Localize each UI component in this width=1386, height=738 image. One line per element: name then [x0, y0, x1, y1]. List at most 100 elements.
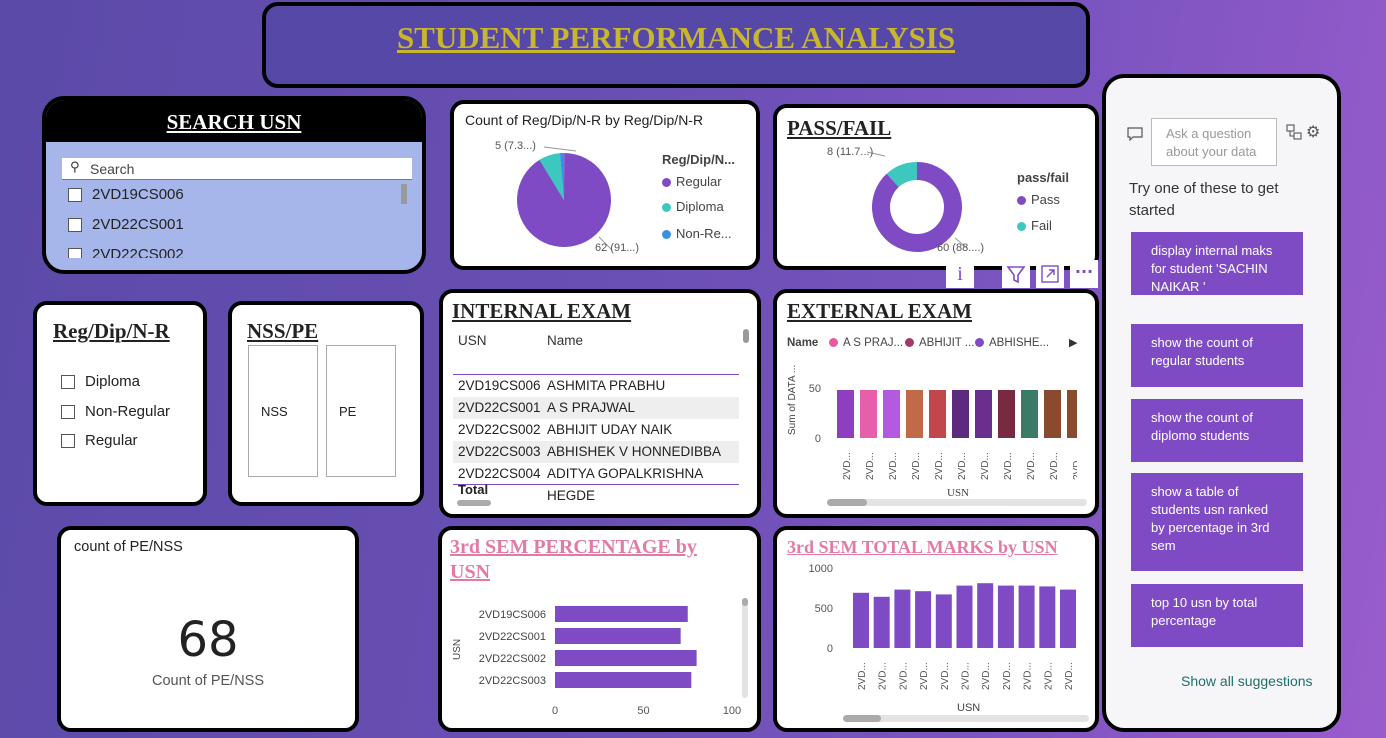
bar: [997, 585, 1014, 648]
bar: [952, 390, 969, 438]
table-row[interactable]: 2VD22CS004 ADITYA GOPALKRISHNA HEGDE: [453, 463, 739, 503]
scrollbar-vertical[interactable]: [743, 329, 749, 343]
donut-label-big: 60 (88....): [937, 242, 985, 254]
nss-tile[interactable]: NSS: [248, 345, 318, 477]
suggestion-button[interactable]: show the count of diplomo students: [1131, 399, 1303, 462]
pe-tile[interactable]: PE: [326, 345, 396, 477]
ext-legend-item: ABHIJIT ...: [905, 337, 974, 349]
filter-icon[interactable]: [1002, 260, 1030, 288]
bar: [1060, 589, 1076, 648]
table-total: Total: [458, 482, 489, 497]
search-usn-slicer: SEARCH USN ⚲ Search 2VD19CS006 2VD22CS00…: [42, 96, 426, 274]
x-tick-label: 2VD...: [1002, 662, 1013, 690]
suggestion-button[interactable]: display internal maks for student 'SACHI…: [1131, 232, 1303, 295]
ext-legend-item: A S PRAJ...: [829, 337, 903, 349]
bar: [915, 591, 932, 648]
checkbox-item[interactable]: Regular: [61, 432, 138, 449]
sem-percentage-card: 3rd SEM PERCENTAGE by USN USN 2VD19CS006…: [438, 526, 761, 732]
pie-legend-item: Diploma: [662, 199, 724, 214]
bar: [906, 390, 923, 438]
x-tick-label: 2VD...: [980, 452, 991, 480]
column-header[interactable]: USN: [458, 333, 487, 348]
qa-input[interactable]: Ask a question about your data: [1151, 118, 1277, 166]
percentage-bar-chart: 2VD19CS006 2VD22CS001 2VD22CS002 2VD22CS003…: [479, 606, 741, 717]
scrollbar-horizontal[interactable]: [827, 499, 1087, 506]
scrollbar-vertical[interactable]: [742, 598, 748, 698]
page-title: STUDENT PERFORMANCE ANALYSIS: [396, 20, 956, 55]
info-icon[interactable]: i: [946, 260, 974, 288]
column-header[interactable]: Name: [547, 333, 583, 348]
qa-prompt: Try one of these to get started: [1129, 180, 1279, 219]
x-tick-label: 2VD...: [1064, 662, 1075, 690]
external-exam-card: EXTERNAL EXAM Name A S PRAJ... ABHIJIT .…: [773, 289, 1099, 518]
list-item[interactable]: 2VD22CS002: [68, 246, 184, 258]
x-tick-label: 2VD...: [878, 662, 889, 690]
x-tick-label: 2VD...: [981, 662, 992, 690]
count-caption: Count of PE/NSS: [151, 673, 265, 689]
suggestion-button[interactable]: show a table of students usn ranked by p…: [1131, 473, 1303, 571]
y-tick-label: 2VD22CS003: [479, 675, 546, 687]
y-tick-label: 0: [827, 643, 833, 655]
bar: [935, 594, 952, 648]
bar: [555, 672, 692, 688]
bar: [1039, 586, 1056, 648]
bar: [873, 596, 890, 648]
table-row[interactable]: 2VD22CS001 A S PRAJWAL: [453, 397, 739, 419]
checkbox-item[interactable]: Diploma: [61, 373, 140, 390]
more-options-icon[interactable]: ···: [1070, 260, 1098, 288]
legend-next-icon[interactable]: ▶: [1069, 336, 1077, 349]
x-tick-label: 2VD...: [957, 452, 968, 480]
internal-exam-title: INTERNAL EXAM: [452, 299, 632, 323]
reg-dip-title: Reg/Dip/N-R: [53, 319, 170, 343]
ext-legend-item: ABHISHE...: [975, 337, 1049, 349]
bar: [1044, 390, 1061, 438]
y-tick-label: 2VD22CS002: [479, 653, 546, 665]
list-item[interactable]: 2VD22CS001: [68, 216, 184, 233]
scrollbar-horizontal[interactable]: [843, 715, 1089, 722]
x-tick-label: 2VD...: [934, 452, 945, 480]
qa-share-icon[interactable]: [1286, 124, 1302, 144]
x-tick-label: 2VD...: [919, 662, 930, 690]
bar: [1018, 585, 1035, 648]
suggestion-button[interactable]: show the count of regular students: [1131, 324, 1303, 387]
search-field[interactable]: ⚲ Search: [62, 158, 412, 180]
search-list: 2VD19CS006 2VD22CS001 2VD22CS002: [68, 186, 408, 258]
list-item[interactable]: 2VD19CS006: [68, 186, 184, 203]
qa-panel: Ask a question about your data ⚙ Try one…: [1102, 74, 1341, 732]
y-tick-label: 500: [815, 603, 833, 615]
count-card-title: count of PE/NSS: [74, 539, 183, 555]
count-value: 68: [177, 612, 239, 668]
donut-hole: [890, 180, 944, 234]
donut-legend-title: pass/fail: [1017, 170, 1070, 185]
reg-dip-slicer: Reg/Dip/N-R Diploma Non-Regular Regular: [33, 301, 207, 506]
x-tick-label: 2VD...: [888, 452, 899, 480]
bar: [929, 390, 946, 438]
checkbox-item[interactable]: Non-Regular: [61, 403, 170, 420]
nss-pe-title: NSS/PE: [247, 319, 319, 343]
scrollbar-horizontal[interactable]: [457, 500, 491, 506]
donut-label-small: 8 (11.7...): [827, 146, 874, 158]
pass-fail-title: PASS/FAIL: [787, 116, 892, 140]
pie-label-small: 5 (7.3...): [495, 140, 536, 152]
sem-pct-title: 3rd SEM PERCENTAGE by USN: [450, 536, 697, 583]
table-row[interactable]: 2VD22CS003 ABHISHEK V HONNEDIBBA: [453, 441, 739, 463]
pass-fail-card: PASS/FAIL 8 (11.7...) 60 (88....) pass/f…: [773, 104, 1099, 270]
table-row[interactable]: 2VD22CS002 ABHIJIT UDAY NAIK: [453, 419, 739, 441]
bar: [1067, 390, 1077, 438]
show-all-suggestions-link[interactable]: Show all suggestions: [1181, 673, 1313, 689]
x-tick-label: 2VD...: [1023, 662, 1034, 690]
x-tick-label: 50: [637, 705, 649, 717]
scrollbar[interactable]: [401, 184, 407, 204]
suggestion-button[interactable]: top 10 usn by total percentage: [1131, 584, 1303, 647]
x-tick-label: 2VD...: [1072, 452, 1077, 480]
pie-legend-title: Reg/Dip/N...: [662, 152, 735, 167]
table-row[interactable]: 2VD19CS006 ASHMITA PRABHU: [453, 375, 739, 397]
y-tick-label: 2VD22CS001: [479, 631, 546, 643]
gear-icon[interactable]: ⚙: [1306, 122, 1320, 141]
bar: [837, 390, 854, 438]
focus-mode-icon[interactable]: [1036, 260, 1064, 288]
bar: [998, 390, 1015, 438]
x-tick-label: 0: [552, 705, 558, 717]
sem-total-card: 3rd SEM TOTAL MARKS by USN 1000 500 0 2VD..…: [773, 526, 1099, 732]
bar: [555, 650, 697, 666]
